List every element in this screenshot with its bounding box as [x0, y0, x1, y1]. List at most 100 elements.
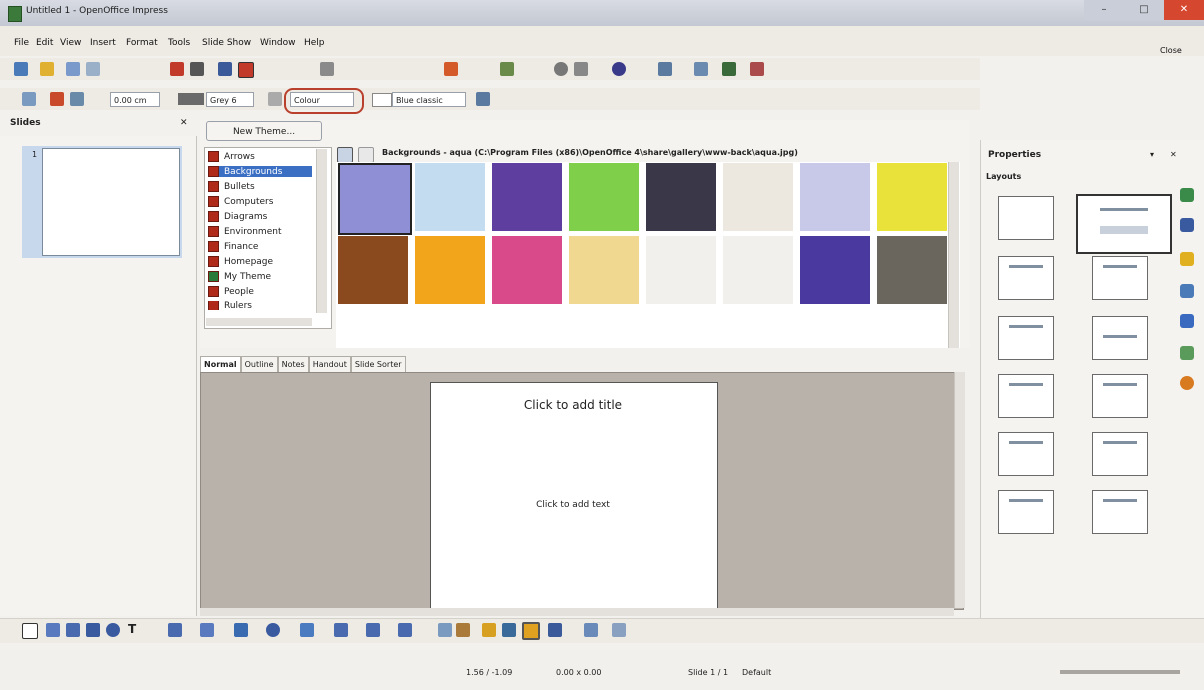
gallery-tile[interactable] [492, 163, 562, 231]
layout-title-content-selected[interactable] [1076, 194, 1172, 254]
sidebar-custom-animation-icon[interactable] [1180, 252, 1194, 266]
gallery-toggle-icon[interactable] [522, 622, 540, 640]
layout-title-content[interactable] [998, 256, 1054, 300]
symbol-shapes-icon[interactable] [266, 623, 280, 637]
window-close-button[interactable]: ✕ [1164, 0, 1204, 20]
insert-chart-icon[interactable] [444, 62, 458, 76]
layout-title-4-content[interactable] [998, 432, 1054, 476]
new-theme-button[interactable]: New Theme... [206, 121, 322, 141]
gallery-tile[interactable] [338, 236, 408, 304]
theme-item-people[interactable]: People [208, 286, 254, 297]
slides-pane-close-icon[interactable]: ✕ [180, 118, 188, 128]
arrow-tool-icon[interactable] [66, 623, 80, 637]
callouts-icon[interactable] [366, 623, 380, 637]
gallery-tile[interactable] [492, 236, 562, 304]
arrange-icon[interactable] [612, 623, 626, 637]
align-icon[interactable] [584, 623, 598, 637]
menu-view[interactable]: View [60, 38, 81, 48]
area-style-icon[interactable] [268, 92, 282, 106]
menu-edit[interactable]: Edit [36, 38, 53, 48]
slide-layout-icon[interactable] [658, 62, 672, 76]
block-arrows-icon[interactable] [300, 623, 314, 637]
layout-blank[interactable] [998, 196, 1054, 240]
gallery-tile[interactable] [569, 236, 639, 304]
line-tool-icon[interactable] [46, 623, 60, 637]
sidebar-styles-icon[interactable] [1180, 314, 1194, 328]
workspace-vscroll[interactable] [954, 372, 965, 608]
layout-title-content-2[interactable] [1092, 256, 1148, 300]
menu-window[interactable]: Window [260, 38, 296, 48]
title-placeholder[interactable]: Click to add title [430, 398, 716, 412]
transition-icon[interactable] [750, 62, 764, 76]
zoom-slider[interactable] [1060, 670, 1180, 674]
fontwork-icon[interactable] [482, 623, 496, 637]
line-color-select[interactable]: Grey 6 [206, 92, 254, 107]
gallery-tile[interactable] [800, 163, 870, 231]
line-width-field[interactable]: 0.00 cm [110, 92, 160, 107]
shadow-icon[interactable] [476, 92, 490, 106]
icon-view-icon[interactable] [337, 147, 353, 163]
fill-color-select[interactable]: Blue classic [392, 92, 466, 107]
glue-points-icon[interactable] [456, 623, 470, 637]
sidebar-menu-icon[interactable]: ▾ [1150, 150, 1154, 159]
spellcheck-icon[interactable] [218, 62, 232, 76]
tab-outline[interactable]: Outline [240, 356, 278, 372]
text-tool-icon[interactable]: T [128, 622, 136, 636]
menu-format[interactable]: Format [126, 38, 158, 48]
sidebar-transition-icon[interactable] [1180, 284, 1194, 298]
save-icon[interactable] [66, 62, 80, 76]
theme-item-backgrounds[interactable]: Backgrounds [208, 166, 312, 177]
body-placeholder[interactable]: Click to add text [430, 500, 716, 510]
gallery-tile[interactable] [569, 163, 639, 231]
detail-view-icon[interactable] [358, 147, 374, 163]
layout-centered-text[interactable] [1092, 316, 1148, 360]
tab-slide-sorter[interactable]: Slide Sorter [350, 356, 406, 372]
menu-tools[interactable]: Tools [168, 38, 190, 48]
theme-item-my-theme[interactable]: My Theme [208, 271, 271, 282]
sidebar-gallery-icon[interactable] [1180, 346, 1194, 360]
theme-item-bullets[interactable]: Bullets [208, 181, 255, 192]
layout-title-content-b[interactable] [1092, 374, 1148, 418]
menu-insert[interactable]: Insert [90, 38, 116, 48]
navigator-icon[interactable] [500, 62, 514, 76]
slide-canvas[interactable] [430, 382, 718, 610]
gallery-tile[interactable] [800, 236, 870, 304]
layout-title-two-content[interactable] [998, 316, 1054, 360]
flowchart-icon[interactable] [334, 623, 348, 637]
select-icon[interactable] [22, 623, 38, 639]
paste-icon[interactable] [320, 62, 334, 76]
workspace-hscroll[interactable] [200, 608, 954, 616]
gallery-vscroll[interactable] [948, 162, 959, 348]
gallery-tile[interactable] [646, 163, 716, 231]
export-pdf-icon[interactable] [170, 62, 184, 76]
layout-title-only[interactable] [998, 490, 1054, 534]
sidebar-navigator-icon[interactable] [1180, 376, 1194, 390]
from-file-icon[interactable] [502, 623, 516, 637]
gallery-tile[interactable] [723, 236, 793, 304]
arrow-style-icon[interactable] [50, 92, 64, 106]
sidebar-master-pages-icon[interactable] [1180, 218, 1194, 232]
theme-item-homepage[interactable]: Homepage [208, 256, 273, 267]
slide-show-icon[interactable] [722, 62, 736, 76]
curve-tool-icon[interactable] [168, 623, 182, 637]
theme-item-diagrams[interactable]: Diagrams [208, 211, 267, 222]
layout-title-vertical[interactable] [1092, 490, 1148, 534]
slide-thumbnail[interactable] [42, 148, 180, 256]
line-style-icon[interactable] [70, 92, 84, 106]
extrusion-icon[interactable] [548, 623, 562, 637]
points-icon[interactable] [438, 623, 452, 637]
menu-help[interactable]: Help [304, 38, 325, 48]
zoom-icon[interactable] [574, 62, 588, 76]
gallery-tile[interactable] [646, 236, 716, 304]
email-icon[interactable] [86, 62, 100, 76]
stars-icon[interactable] [398, 623, 412, 637]
gallery-tile[interactable] [415, 236, 485, 304]
fill-style-select[interactable]: Colour [290, 92, 354, 107]
menu-file[interactable]: File [14, 38, 29, 48]
sidebar-properties-icon[interactable] [1180, 188, 1194, 202]
gallery-tile[interactable] [877, 163, 947, 231]
autospellcheck-icon[interactable] [238, 62, 254, 78]
help-icon[interactable] [612, 62, 626, 76]
slide-design-icon[interactable] [694, 62, 708, 76]
theme-list-vscroll[interactable] [316, 149, 327, 313]
